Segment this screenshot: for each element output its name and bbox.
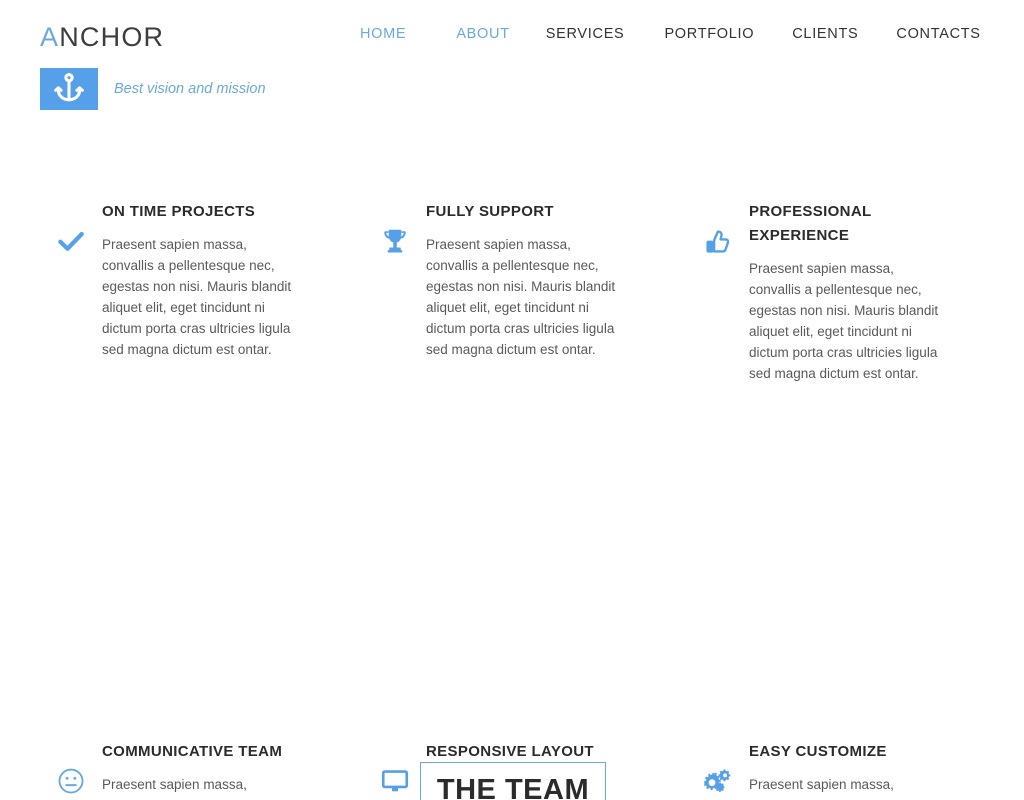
feature-easy-customize: EASY CUSTOMIZE Praesent sapien massa, co… <box>687 740 949 800</box>
feature-text: Praesent sapien massa, convallis a pelle… <box>749 777 922 800</box>
desktop-monitor-icon <box>364 740 426 796</box>
feature-text: Praesent sapien massa, convallis a pelle… <box>102 237 292 357</box>
site-header: ANCHOR HOME ABOUT SERVICES PORTFOLIO CLI… <box>0 0 1024 70</box>
logo-rest-text: NCHOR <box>59 22 165 52</box>
feature-title: ON TIME PROJECTS <box>102 203 256 220</box>
logo-accent-letter: A <box>40 22 60 52</box>
nav-item-home[interactable]: HOME <box>360 26 406 42</box>
team-section-heading-box: THE TEAM <box>420 762 606 800</box>
nav-item-about[interactable]: ABOUT <box>456 26 509 42</box>
feature-communicative-team: COMMUNICATIVE TEAM Praesent sapien massa… <box>40 740 297 800</box>
nav-item-portfolio[interactable]: PORTFOLIO <box>664 26 754 42</box>
team-section-title: THE TEAM <box>436 774 590 800</box>
neutral-face-icon <box>40 740 102 796</box>
features-row-1: ON TIME PROJECTS Praesent sapien massa, … <box>0 200 1024 470</box>
page-root: ANCHOR HOME ABOUT SERVICES PORTFOLIO CLI… <box>0 0 1024 800</box>
feature-fully-support: FULLY SUPPORT Praesent sapien massa, con… <box>364 200 621 360</box>
trophy-icon <box>364 200 426 256</box>
site-logo[interactable]: ANCHOR <box>40 22 164 53</box>
feature-title: PROFESSIONAL EXPERIENCE <box>749 203 872 244</box>
feature-title: EASY CUSTOMIZE <box>749 743 887 760</box>
check-icon <box>40 200 102 256</box>
tagline-text: Best vision and mission <box>114 81 266 97</box>
features-section: ON TIME PROJECTS Praesent sapien massa, … <box>0 200 1024 800</box>
tagline-row: Best vision and mission <box>40 68 266 110</box>
nav-item-contacts[interactable]: CONTACTS <box>896 26 980 42</box>
feature-body: FULLY SUPPORT Praesent sapien massa, con… <box>426 200 621 360</box>
feature-title: RESPONSIVE LAYOUT <box>426 743 594 760</box>
feature-body: EASY CUSTOMIZE Praesent sapien massa, co… <box>749 740 949 800</box>
main-navigation: HOME ABOUT SERVICES PORTFOLIO CLIENTS CO… <box>360 26 981 42</box>
feature-text: Praesent sapien massa, convallis a pelle… <box>102 777 275 800</box>
feature-title: FULLY SUPPORT <box>426 203 554 220</box>
nav-item-services[interactable]: SERVICES <box>546 26 625 42</box>
feature-on-time-projects: ON TIME PROJECTS Praesent sapien massa, … <box>40 200 297 360</box>
feature-title: COMMUNICATIVE TEAM <box>102 743 283 760</box>
nav-item-clients[interactable]: CLIENTS <box>792 26 858 42</box>
feature-text: Praesent sapien massa, convallis a pelle… <box>426 237 616 357</box>
features-row-2: COMMUNICATIVE TEAM Praesent sapien massa… <box>0 470 1024 800</box>
anchor-icon <box>40 68 98 110</box>
feature-body: PROFESSIONAL EXPERIENCE Praesent sapien … <box>749 200 949 384</box>
thumbs-up-icon <box>687 200 749 256</box>
feature-body: COMMUNICATIVE TEAM Praesent sapien massa… <box>102 740 297 800</box>
gears-icon <box>687 740 749 798</box>
feature-body: ON TIME PROJECTS Praesent sapien massa, … <box>102 200 297 360</box>
feature-professional-experience: PROFESSIONAL EXPERIENCE Praesent sapien … <box>687 200 949 384</box>
feature-text: Praesent sapien massa, convallis a pelle… <box>749 261 939 381</box>
